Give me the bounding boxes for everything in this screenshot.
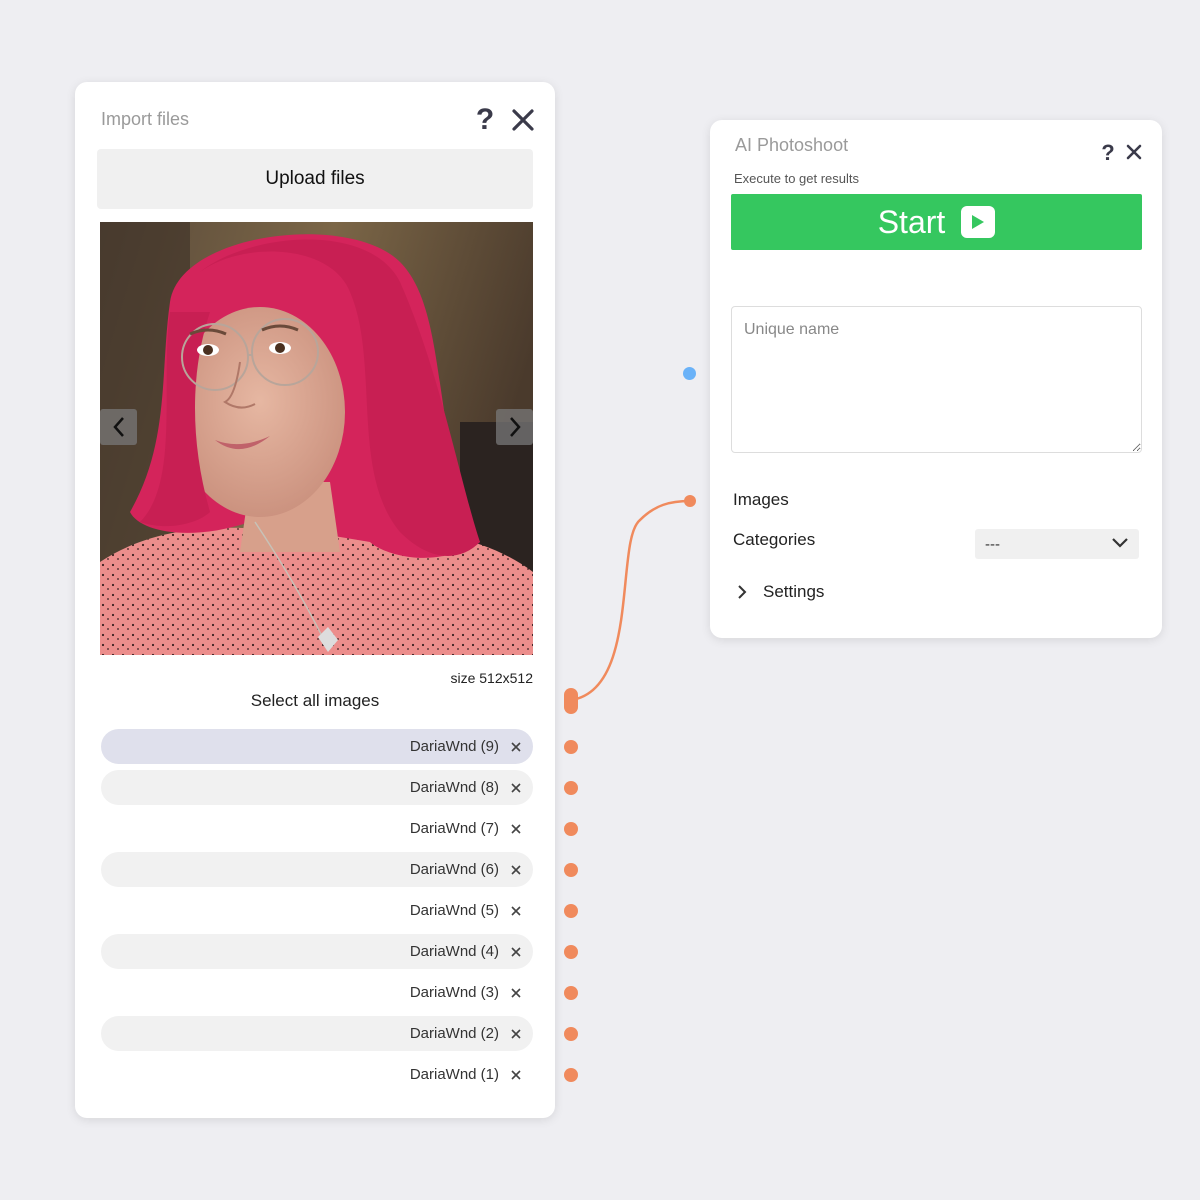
unique-name-input[interactable] <box>731 306 1142 453</box>
help-icon[interactable]: ? <box>1098 140 1118 165</box>
categories-select[interactable]: --- <box>975 529 1139 559</box>
next-image-button[interactable] <box>496 409 533 445</box>
file-row[interactable]: DariaWnd (6) <box>101 852 533 887</box>
file-name: DariaWnd (4) <box>409 943 499 960</box>
image-size-label: size 512x512 <box>450 670 533 686</box>
file-output-port[interactable] <box>564 822 578 836</box>
file-output-port[interactable] <box>564 1068 578 1082</box>
remove-file-icon[interactable] <box>509 1068 523 1082</box>
images-output-port[interactable] <box>564 688 578 714</box>
file-output-port[interactable] <box>564 904 578 918</box>
images-input-port[interactable] <box>684 495 696 507</box>
images-input-label: Images <box>733 490 789 509</box>
file-name: DariaWnd (2) <box>409 1025 499 1042</box>
file-name: DariaWnd (3) <box>409 984 499 1001</box>
file-row[interactable]: DariaWnd (4) <box>101 934 533 969</box>
file-row[interactable]: DariaWnd (5) <box>101 893 533 928</box>
chevron-right-icon <box>733 583 751 601</box>
file-row[interactable]: DariaWnd (7) <box>101 811 533 846</box>
categories-label: Categories <box>733 530 816 549</box>
file-row[interactable]: DariaWnd (3) <box>101 975 533 1010</box>
file-name: DariaWnd (6) <box>409 861 499 878</box>
file-row[interactable]: DariaWnd (2) <box>101 1016 533 1051</box>
file-output-port[interactable] <box>564 1027 578 1041</box>
file-name: DariaWnd (7) <box>409 820 499 837</box>
file-name: DariaWnd (8) <box>409 779 499 796</box>
categories-value: --- <box>985 535 1000 553</box>
remove-file-icon[interactable] <box>509 1027 523 1041</box>
remove-file-icon[interactable] <box>509 904 523 918</box>
start-label: Start <box>877 203 946 240</box>
remove-file-icon[interactable] <box>509 781 523 795</box>
remove-file-icon[interactable] <box>509 822 523 836</box>
upload-files-button[interactable]: Upload files <box>97 149 533 209</box>
file-output-port[interactable] <box>564 945 578 959</box>
import-files-node[interactable]: Import files ? Upload files size 512x512… <box>75 82 555 1118</box>
image-preview <box>100 222 533 655</box>
portrait-photo <box>100 222 533 655</box>
start-button[interactable]: Start <box>731 194 1142 250</box>
node-subtitle: Execute to get results <box>734 171 860 186</box>
file-name: DariaWnd (1) <box>409 1066 499 1083</box>
ai-photoshoot-node[interactable]: AI Photoshoot ? Execute to get results S… <box>710 120 1162 638</box>
remove-file-icon[interactable] <box>509 740 523 754</box>
file-output-port[interactable] <box>564 863 578 877</box>
remove-file-icon[interactable] <box>509 863 523 877</box>
close-icon[interactable] <box>509 106 537 134</box>
settings-label: Settings <box>763 582 825 601</box>
file-name: DariaWnd (5) <box>409 902 499 919</box>
file-output-port[interactable] <box>564 781 578 795</box>
input-port[interactable] <box>683 367 696 380</box>
play-icon <box>961 206 996 238</box>
node-title: Import files <box>101 109 190 129</box>
previous-image-button[interactable] <box>100 409 137 445</box>
file-output-port[interactable] <box>564 986 578 1000</box>
settings-expander[interactable]: Settings <box>733 582 824 602</box>
select-all-images-button[interactable]: Select all images <box>75 691 555 711</box>
chevron-down-icon <box>1111 536 1129 553</box>
node-title: AI Photoshoot <box>735 135 849 155</box>
remove-file-icon[interactable] <box>509 945 523 959</box>
file-row[interactable]: DariaWnd (9) <box>101 729 533 764</box>
close-icon[interactable] <box>1124 142 1144 162</box>
remove-file-icon[interactable] <box>509 986 523 1000</box>
file-row[interactable]: DariaWnd (1) <box>101 1057 533 1092</box>
file-row[interactable]: DariaWnd (8) <box>101 770 533 805</box>
file-output-port[interactable] <box>564 740 578 754</box>
help-icon[interactable]: ? <box>473 103 497 136</box>
file-name: DariaWnd (9) <box>409 738 499 755</box>
